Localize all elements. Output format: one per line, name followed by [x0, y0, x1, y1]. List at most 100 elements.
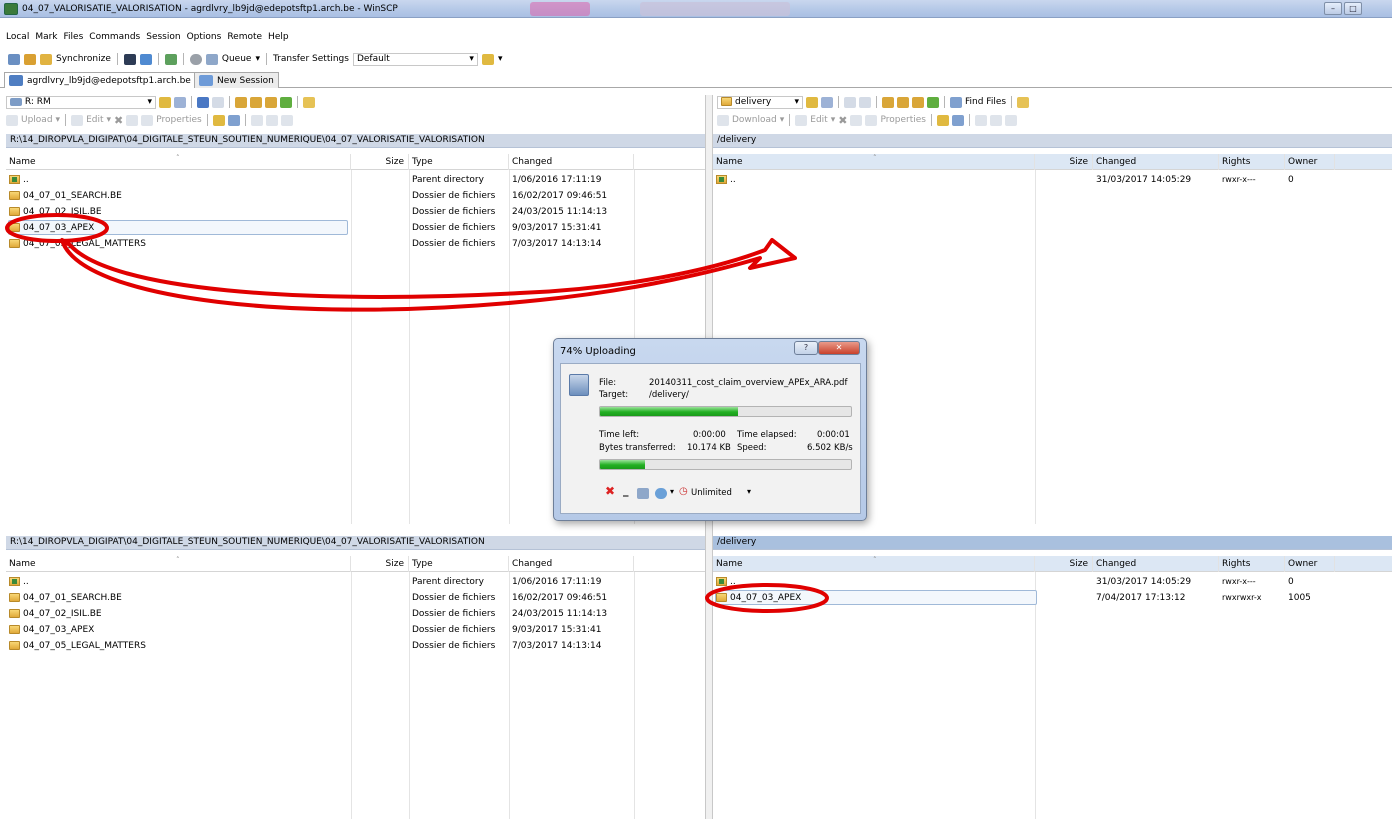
properties-button[interactable]: Properties [156, 115, 201, 125]
download-icon[interactable] [717, 114, 729, 126]
back-arrow-icon[interactable] [844, 96, 856, 108]
upload-button[interactable]: Upload [21, 115, 53, 125]
menu-remote[interactable]: Remote [227, 32, 262, 42]
chevron-down-icon[interactable]: ▾ [498, 54, 503, 64]
menu-options[interactable]: Options [187, 32, 222, 42]
table-row[interactable]: 04_07_01_SEARCH.BE Dossier de fichiers 1… [6, 188, 705, 204]
col-type[interactable]: Type [409, 556, 509, 572]
table-row[interactable]: .. 31/03/2017 14:05:29 rwxr-x--- 0 [713, 172, 1392, 188]
tab-session[interactable]: agrdlvry_lb9jd@edepotsftp1.arch.be [4, 72, 196, 88]
rename-icon[interactable] [126, 114, 139, 126]
transfer-presets-icon[interactable] [481, 53, 494, 65]
local-path-bar-top[interactable]: R:\14_DIROPVLA_DIGIPAT\04_DIGITALE_STEUN… [6, 134, 705, 148]
local-path-bar-bottom[interactable]: R:\14_DIROPVLA_DIGIPAT\04_DIGITALE_STEUN… [6, 536, 705, 550]
col-type[interactable]: Type [409, 154, 509, 170]
refresh-icon[interactable] [927, 96, 939, 108]
menu-session[interactable]: Session [146, 32, 180, 42]
unselect-icon[interactable] [265, 114, 278, 126]
root-dir-icon[interactable] [250, 96, 262, 108]
table-row[interactable]: 04_07_01_SEARCH.BE Dossier de fichiers 1… [6, 590, 705, 606]
close-button[interactable]: ✕ [818, 341, 860, 355]
transfer-icon[interactable] [164, 53, 177, 65]
table-row[interactable]: 04_07_03_APEX 7/04/2017 17:13:12 rwxrwxr… [713, 590, 1392, 606]
col-changed[interactable]: Changed [509, 154, 634, 170]
queue-icon[interactable] [205, 53, 218, 65]
table-row[interactable]: 04_07_05_LEGAL_MATTERS Dossier de fichie… [6, 638, 705, 654]
edit-button[interactable]: Edit [86, 115, 103, 125]
edit-pencil-icon[interactable] [795, 114, 808, 126]
compare-icon[interactable] [8, 53, 20, 65]
select-all-icon[interactable] [974, 114, 987, 126]
table-row[interactable]: .. Parent directory 1/06/2016 17:11:19 [6, 574, 705, 590]
refresh-icon[interactable] [280, 96, 292, 108]
menu-mark[interactable]: Mark [35, 32, 57, 42]
new-file-icon[interactable] [227, 114, 240, 126]
edit-pencil-icon[interactable] [71, 114, 84, 126]
remote-file-list-bottom[interactable]: Name ˄ Size Changed Rights Owner .. 31/0… [713, 556, 1392, 819]
properties-button[interactable]: Properties [880, 115, 925, 125]
chevron-down-icon[interactable]: ▾ [255, 54, 260, 64]
filter-icon[interactable] [174, 96, 186, 108]
find-files-button[interactable]: Find Files [965, 97, 1006, 107]
forward-arrow-icon[interactable] [859, 96, 871, 108]
col-size[interactable]: Size [1035, 154, 1093, 170]
table-row[interactable]: 04_07_03_APEX Dossier de fichiers 9/03/2… [6, 622, 705, 638]
open-directory-icon[interactable] [159, 96, 171, 108]
col-changed[interactable]: Changed [509, 556, 634, 572]
col-size[interactable]: Size [351, 556, 409, 572]
synchronize-button[interactable]: Synchronize [56, 54, 111, 64]
properties-icon[interactable] [865, 114, 878, 126]
edit-button[interactable]: Edit [810, 115, 827, 125]
filter-mask-icon[interactable] [1004, 114, 1017, 126]
new-folder-icon[interactable] [936, 114, 949, 126]
remote-path-bar-top[interactable]: /delivery [713, 134, 1392, 148]
menu-local[interactable]: Local [6, 32, 29, 42]
parent-dir-icon[interactable] [235, 96, 247, 108]
download-button[interactable]: Download [732, 115, 777, 125]
table-row[interactable]: 04_07_02_ISIL.BE Dossier de fichiers 24/… [6, 204, 705, 220]
filter-mask-icon[interactable] [280, 114, 293, 126]
table-row[interactable]: 04_07_02_ISIL.BE Dossier de fichiers 24/… [6, 606, 705, 622]
on-completion-icon[interactable] [655, 488, 667, 499]
table-row[interactable]: 04_07_05_LEGAL_MATTERS Dossier de fichie… [6, 236, 705, 252]
new-folder-icon[interactable] [212, 114, 225, 126]
preferences-gear-icon[interactable] [189, 53, 202, 65]
menu-help[interactable]: Help [268, 32, 289, 42]
transfer-settings-select[interactable]: Default ▾ [352, 52, 478, 66]
properties-icon[interactable] [141, 114, 154, 126]
table-row[interactable]: 04_07_03_APEX Dossier de fichiers 9/03/2… [6, 220, 705, 236]
rename-icon[interactable] [850, 114, 863, 126]
col-changed[interactable]: Changed [1093, 556, 1219, 572]
new-file-icon[interactable] [951, 114, 964, 126]
chevron-down-icon[interactable]: ▾ [831, 115, 836, 125]
chevron-down-icon[interactable]: ▾ [56, 115, 61, 125]
back-arrow-icon[interactable] [197, 96, 209, 108]
menu-commands[interactable]: Commands [89, 32, 140, 42]
open-directory-icon[interactable] [806, 96, 818, 108]
cancel-x-icon[interactable]: ✖ [605, 484, 615, 498]
console-icon[interactable] [123, 53, 136, 65]
sync-browse-icon[interactable] [24, 53, 36, 65]
menu-files[interactable]: Files [64, 32, 84, 42]
tree-icon[interactable] [303, 96, 315, 108]
maximize-button[interactable]: □ [1344, 2, 1362, 15]
help-button[interactable]: ? [794, 341, 818, 355]
chevron-down-icon[interactable]: ▾ [747, 487, 751, 496]
tab-new-session[interactable]: New Session [194, 72, 279, 88]
synchronize-icon[interactable] [40, 53, 52, 65]
home-icon[interactable] [265, 96, 277, 108]
root-dir-icon[interactable] [897, 96, 909, 108]
table-row[interactable]: .. 31/03/2017 14:05:29 rwxr-x--- 0 [713, 574, 1392, 590]
chevron-down-icon[interactable]: ▾ [780, 115, 785, 125]
delete-x-icon[interactable]: ✖ [114, 114, 123, 127]
queue-button[interactable]: Queue [222, 54, 252, 64]
chevron-down-icon[interactable]: ▾ [107, 115, 112, 125]
home-icon[interactable] [912, 96, 924, 108]
forward-arrow-icon[interactable] [212, 96, 224, 108]
col-changed[interactable]: Changed [1093, 154, 1219, 170]
speed-limit-select[interactable]: Unlimited [691, 488, 732, 498]
col-owner[interactable]: Owner [1285, 556, 1335, 572]
table-row[interactable]: .. Parent directory 1/06/2016 17:11:19 [6, 172, 705, 188]
remote-path-bar-bottom[interactable]: /delivery [713, 536, 1392, 550]
unselect-icon[interactable] [989, 114, 1002, 126]
